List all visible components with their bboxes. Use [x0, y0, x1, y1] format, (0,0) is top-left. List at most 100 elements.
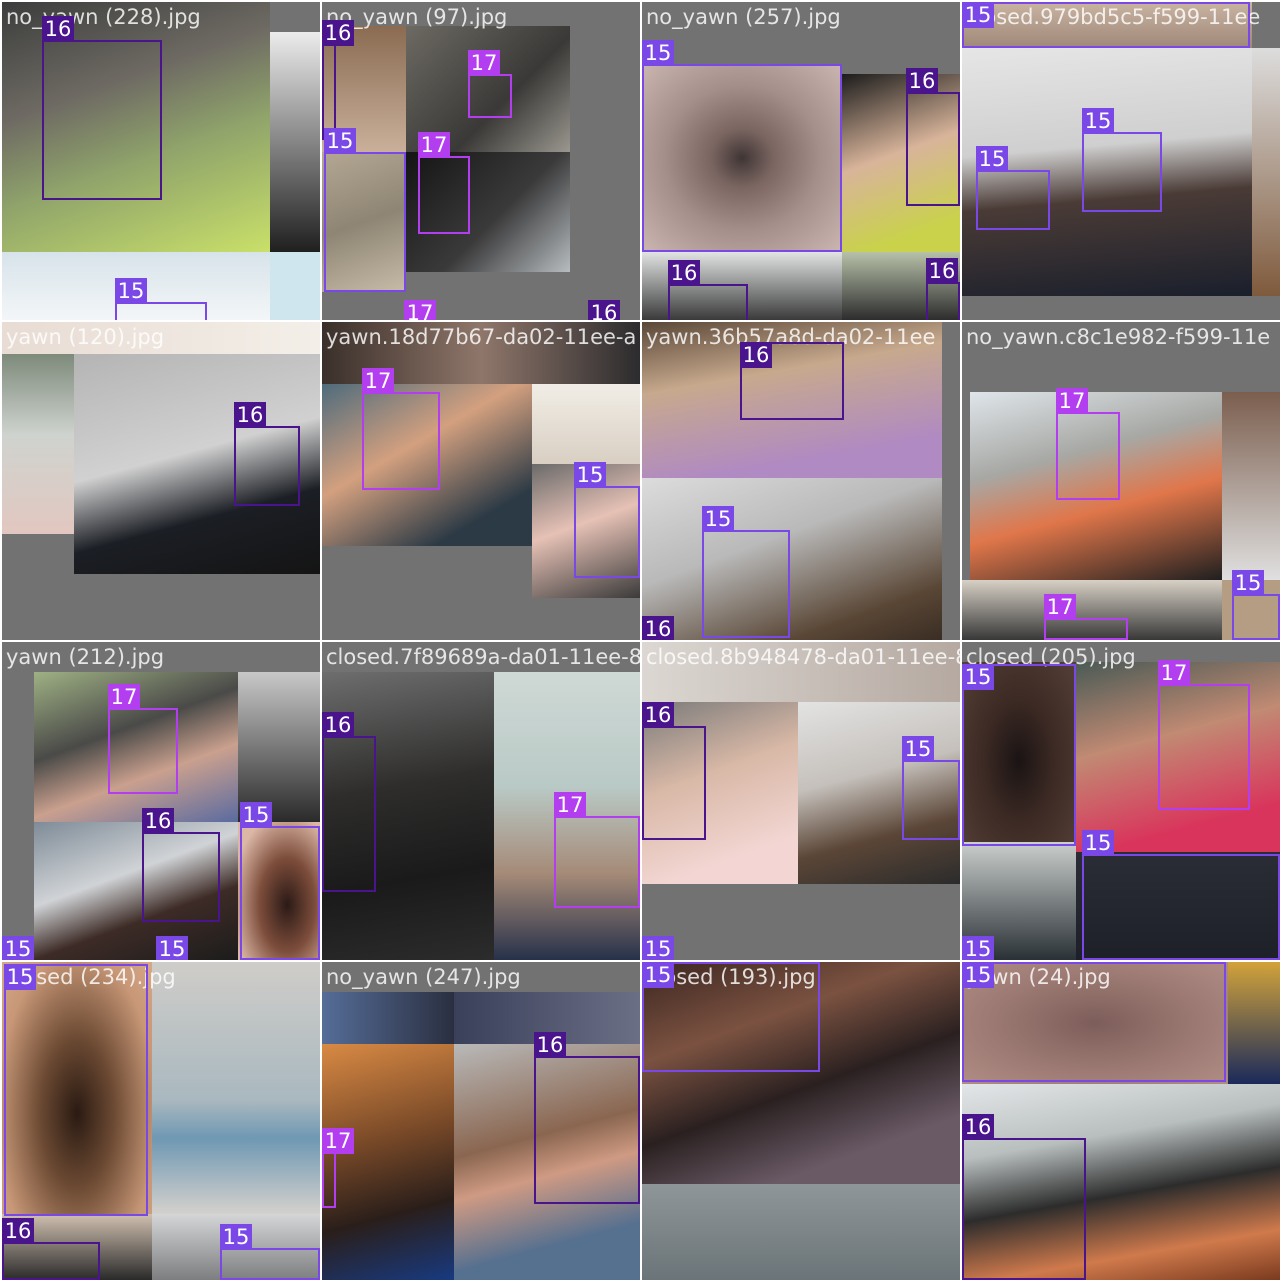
bbox-class-label: 15	[1232, 570, 1264, 596]
bbox-class-label: 16	[2, 1218, 34, 1244]
bbox-class-label: 15	[962, 664, 994, 690]
bbox-class-label: 16	[668, 260, 700, 286]
mosaic-photo	[642, 1184, 960, 1280]
bbox-class-label: 17	[322, 1128, 354, 1154]
tile-filename: closed.7f89689a-da01-11ee-8	[326, 645, 640, 669]
bbox-class-label: 15	[962, 936, 994, 960]
bounding-box: 17	[554, 792, 640, 908]
bounding-box: 17	[362, 368, 440, 490]
bounding-box: 15	[962, 664, 1076, 846]
mosaic-tile: yawn (212).jpg 17 16 15 15 15	[2, 642, 320, 960]
bounding-box: 16	[42, 16, 162, 200]
mosaic-photo	[152, 962, 320, 1214]
bounding-box: 16	[906, 68, 960, 206]
bounding-box: 16	[534, 1032, 640, 1204]
bounding-box: 16	[740, 342, 844, 420]
bbox-class-label: 15	[642, 936, 674, 960]
bbox-class-label: 15	[642, 962, 674, 988]
bbox-class-label: 17	[1044, 594, 1076, 620]
bounding-box: 17	[108, 684, 178, 794]
bounding-box: 17	[1158, 660, 1250, 810]
bbox-class-label: 15	[1082, 830, 1114, 856]
bbox-class-label: 17	[362, 368, 394, 394]
tile-filename: closed.8b948478-da01-11ee-8	[646, 645, 960, 669]
bbox-class-label: 16	[322, 712, 354, 738]
mosaic-tile: no_yawn (257).jpg 15 16 16 16	[642, 2, 960, 320]
bounding-box: 15	[574, 462, 640, 578]
bounding-box: 17	[322, 1128, 354, 1208]
mosaic-tile: no_yawn.c8c1e982-f599-11e 17 17 15	[962, 322, 1280, 640]
bounding-box: 17	[418, 132, 470, 234]
mosaic-tile: closed (234).jpg 15 16 15	[2, 962, 320, 1280]
bounding-box: 15	[115, 278, 207, 320]
detection-mosaic-grid: no_yawn (228).jpg 16 15 no_yawn (97).jpg 16 1…	[0, 0, 1280, 1280]
bounding-box: 15	[1082, 830, 1280, 960]
mosaic-photo	[1222, 392, 1280, 580]
bounding-box: 15	[642, 962, 820, 1072]
mosaic-tile: no_yawn (97).jpg 16 17 15 17 17 16	[322, 2, 640, 320]
mosaic-photo	[322, 1044, 454, 1280]
mosaic-tile: yawn.18d77b67-da02-11ee-a 17 15	[322, 322, 640, 640]
mosaic-photo	[270, 252, 320, 320]
bbox-class-label: 17	[468, 50, 500, 76]
mosaic-tile: closed.979bd5c5-f599-11ee 15 15 15	[962, 2, 1280, 320]
bbox-class-label: 17	[1158, 660, 1190, 686]
bounding-box: 16	[926, 258, 960, 320]
mosaic-tile: yawn (24).jpg 15 16	[962, 962, 1280, 1280]
bbox-class-label: 15	[976, 146, 1008, 172]
bbox-class-label: 15	[324, 128, 356, 154]
bbox-class-label: 16	[588, 300, 620, 320]
bounding-box: 15	[220, 1224, 320, 1280]
bounding-box: 16	[642, 702, 706, 840]
bounding-box: 16	[322, 20, 354, 140]
bbox-class-label: 15	[156, 936, 188, 960]
bbox-class-label: 15	[220, 1224, 252, 1250]
mosaic-tile: no_yawn (228).jpg 16 15	[2, 2, 320, 320]
tile-filename: no_yawn.c8c1e982-f599-11e	[966, 325, 1271, 349]
bbox-class-label: 15	[962, 962, 994, 988]
bounding-box: 16	[962, 1114, 1086, 1280]
bounding-box: 15	[962, 2, 1250, 48]
bbox-class-label: 15	[1082, 108, 1114, 134]
bounding-box: 15	[902, 736, 960, 840]
bounding-box: 15	[4, 964, 148, 1216]
bbox-class-label: 15	[902, 736, 934, 762]
bbox-class-label: 17	[404, 300, 436, 320]
mosaic-photo	[238, 672, 320, 822]
mosaic-photo	[1252, 48, 1280, 296]
bbox-class-label: 15	[240, 802, 272, 828]
bbox-class-label: 15	[574, 462, 606, 488]
mosaic-tile: closed (193).jpg 15	[642, 962, 960, 1280]
mosaic-photo	[322, 992, 454, 1044]
bounding-box: 15	[1232, 570, 1280, 640]
bounding-box: 16	[322, 712, 376, 892]
tile-filename: no_yawn (228).jpg	[6, 5, 201, 29]
tile-filename: no_yawn (247).jpg	[326, 965, 521, 989]
mosaic-photo	[270, 32, 320, 252]
mosaic-tile: closed.7f89689a-da01-11ee-8 16 17	[322, 642, 640, 960]
bounding-box: 17	[468, 50, 512, 118]
bbox-class-label: 17	[418, 132, 450, 158]
mosaic-tile: yawn.36b57a8d-da02-11ee 16 15 16	[642, 322, 960, 640]
bbox-class-label: 17	[1056, 388, 1088, 414]
bounding-box: 15	[642, 40, 842, 252]
bbox-class-label: 16	[234, 402, 266, 428]
bounding-box: 15	[962, 962, 1226, 1082]
tile-filename: yawn (120).jpg	[6, 325, 165, 349]
bounding-box: 16	[234, 402, 300, 506]
tile-filename: no_yawn (257).jpg	[646, 5, 841, 29]
bbox-class-label: 16	[42, 16, 74, 42]
bbox-class-label: 15	[962, 2, 994, 28]
mosaic-photo	[532, 384, 640, 464]
bounding-box: 16	[2, 1218, 100, 1280]
bounding-box: 15	[324, 128, 406, 292]
bbox-class-label: 15	[702, 506, 734, 532]
mosaic-photo	[642, 478, 942, 640]
bbox-class-label: 15	[642, 40, 674, 66]
bbox-class-label: 17	[554, 792, 586, 818]
bbox-class-label: 15	[115, 278, 147, 304]
bbox-class-label: 16	[642, 702, 674, 728]
bounding-box: 15	[702, 506, 790, 638]
bbox-class-label: 16	[740, 342, 772, 368]
bbox-class-label: 15	[4, 964, 36, 990]
